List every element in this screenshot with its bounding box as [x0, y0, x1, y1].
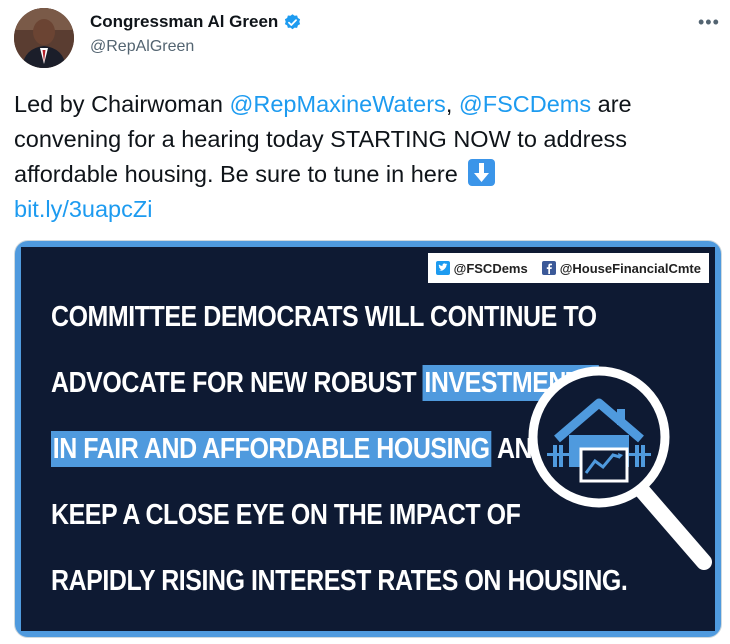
facebook-handle-text: @HouseFinancialCmte	[559, 260, 701, 276]
card-headline: COMMITTEE DEMOCRATS WILL CONTINUE TO ADV…	[51, 297, 628, 627]
magnifier-house-icon	[519, 357, 719, 577]
facebook-icon	[541, 261, 556, 275]
tweet-text-part: Led by Chairwoman	[14, 91, 230, 117]
card-graphic: @FSCDems @HouseFinancialCmte COMMITTEE D…	[21, 247, 715, 631]
social-handles-bar: @FSCDems @HouseFinancialCmte	[427, 253, 709, 283]
headline-text: ADVOCATE FOR NEW ROBUST	[51, 367, 423, 399]
headline-line: IN FAIR AND AFFORDABLE HOUSING AND	[51, 429, 570, 495]
tweet-text-part: ,	[445, 91, 459, 117]
author-display-name[interactable]: Congressman Al Green	[90, 12, 278, 32]
mention-link[interactable]: @FSCDems	[459, 91, 591, 117]
verified-badge-icon	[283, 13, 302, 32]
headline-text: COMMITTEE DEMOCRATS WILL CONTINUE TO	[51, 301, 597, 333]
author-handle[interactable]: @RepAlGreen	[90, 38, 194, 56]
author-name-row[interactable]: Congressman Al Green	[90, 12, 302, 32]
facebook-handle-item: @HouseFinancialCmte	[541, 260, 701, 276]
headline-line: RAPIDLY RISING INTEREST RATES ON HOUSING…	[51, 561, 628, 627]
headline-text: KEEP A CLOSE EYE ON THE IMPACT OF	[51, 499, 521, 531]
more-options-icon[interactable]: •••	[698, 12, 720, 33]
headline-line: COMMITTEE DEMOCRATS WILL CONTINUE TO	[51, 297, 597, 363]
mention-link[interactable]: @RepMaxineWaters	[230, 91, 446, 117]
tweet-text: Led by Chairwoman @RepMaxineWaters, @FSC…	[14, 87, 720, 227]
twitter-handle-item: @FSCDems	[435, 260, 528, 276]
down-arrow-emoji-icon	[468, 159, 496, 186]
headline-line: KEEP A CLOSE EYE ON THE IMPACT OF	[51, 495, 570, 561]
twitter-handle-text: @FSCDems	[453, 260, 528, 276]
avatar[interactable]	[14, 8, 74, 68]
headline-line: ADVOCATE FOR NEW ROBUST INVESTMENTS	[51, 363, 599, 429]
url-link[interactable]: bit.ly/3uapcZi	[14, 196, 152, 222]
twitter-icon	[435, 261, 450, 275]
headline-highlight: IN FAIR AND AFFORDABLE HOUSING	[51, 431, 492, 467]
tweet-image-card[interactable]: @FSCDems @HouseFinancialCmte COMMITTEE D…	[14, 240, 722, 638]
